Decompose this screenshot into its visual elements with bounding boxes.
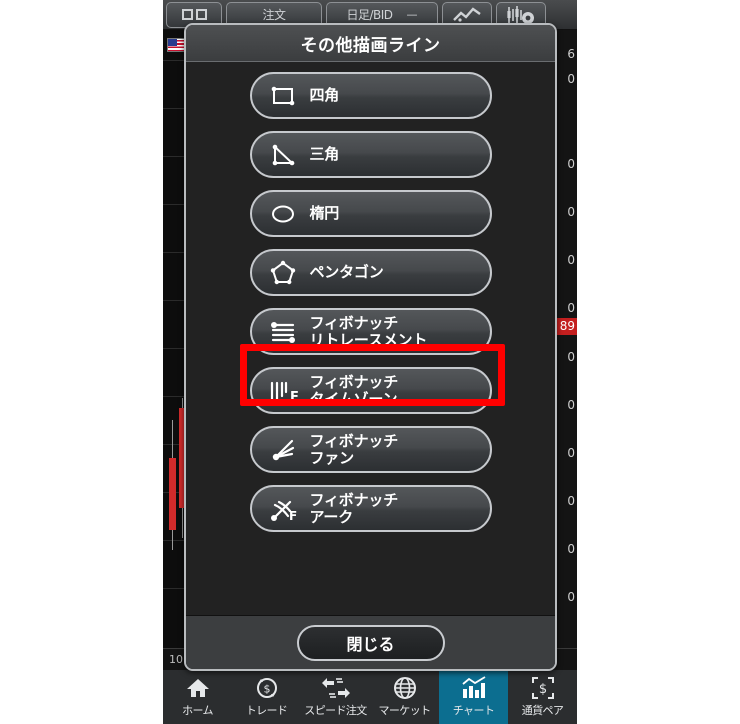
close-button[interactable]: 閉じる (296, 624, 445, 661)
price-label: 0 (567, 494, 575, 508)
price-label: 6 (567, 47, 575, 61)
currency-pair-icon: $ (531, 676, 555, 700)
price-label: 0 (567, 301, 575, 315)
menu-item-label: ペンタゴン (309, 263, 384, 282)
nav-label-home: ホーム (182, 704, 213, 717)
nav-label-chart: チャート (452, 704, 495, 717)
dialog-header: その他描画ライン (186, 25, 555, 62)
globe-icon (393, 676, 417, 700)
dialog-title: その他描画ライン (300, 35, 441, 56)
menu-item-label: フィボナッチ リトレースメント (309, 313, 428, 349)
candle-bar (169, 420, 176, 550)
ellipse-icon (268, 199, 298, 229)
menu-item-label: フィボナッチ ファン (309, 431, 399, 467)
menu-item-fibonacci-retracement[interactable]: フィボナッチ リトレースメント (249, 308, 492, 355)
price-label: 0 (567, 542, 575, 556)
nav-label-market: マーケット (378, 704, 432, 717)
svg-text:F: F (289, 509, 297, 523)
chart-bars-icon (461, 676, 487, 700)
line-chart-icon (453, 6, 481, 22)
nav-item-home[interactable]: ホーム (163, 670, 232, 724)
bid-display-label: 日足/BID (346, 8, 393, 22)
triangle-icon (268, 140, 298, 170)
price-label: 0 (567, 253, 575, 267)
nav-item-speed-order[interactable]: スピード注文 (301, 670, 370, 724)
price-label: 0 (567, 72, 575, 86)
nav-item-chart[interactable]: チャート (439, 670, 508, 724)
minus-icon: — (406, 8, 418, 21)
price-label: 0 (567, 157, 575, 171)
fibonacci-fan-icon (268, 435, 298, 465)
layout-split-icon (181, 9, 207, 20)
menu-item-label: フィボナッチ アーク (309, 490, 399, 526)
menu-item-fibonacci-fan[interactable]: フィボナッチ ファン (249, 426, 492, 473)
screenshot-root: 注文 日足/BID — 6 0 0 0 0 0 89 0 0 0 0 0 0 1… (0, 0, 740, 724)
price-label: 0 (567, 350, 575, 364)
menu-item-label: 三角 (309, 145, 340, 164)
bottom-navigation: ホーム $ トレード スピード注文 マーケット チャート $ 通貨ペア (163, 670, 577, 724)
menu-item-rectangle[interactable]: 四角 (249, 72, 492, 119)
menu-item-fibonacci-arc[interactable]: F フィボナッチ アーク (249, 485, 492, 532)
nav-item-currency-pair[interactable]: $ 通貨ペア (508, 670, 577, 724)
price-label: 0 (567, 590, 575, 604)
svg-text:$: $ (263, 683, 270, 696)
time-label: 10 (169, 653, 183, 666)
menu-item-fibonacci-timezone[interactable]: F フィボナッチ タイムゾーン (249, 367, 492, 414)
dialog-body: 四角 三角 楕円 ペンタゴン フィボナッチ リトレースメント フィボナッチ タイ… (186, 62, 555, 635)
menu-item-ellipse[interactable]: 楕円 (249, 190, 492, 237)
menu-item-triangle[interactable]: 三角 (249, 131, 492, 178)
fibonacci-arc-icon: F (268, 494, 298, 524)
price-label: 0 (567, 205, 575, 219)
price-label: 0 (567, 446, 575, 460)
pentagon-icon (268, 258, 298, 288)
svg-text:$: $ (538, 682, 546, 697)
menu-item-pentagon[interactable]: ペンタゴン (249, 249, 492, 296)
dialog-footer: 閉じる (186, 615, 555, 669)
menu-item-label: 楕円 (309, 204, 340, 223)
nav-item-market[interactable]: マーケット (370, 670, 439, 724)
nav-label-trade: トレード (245, 704, 288, 717)
fibonacci-retracement-icon (268, 317, 298, 347)
menu-item-label: 四角 (309, 86, 340, 105)
trade-icon: $ (255, 676, 279, 700)
fibonacci-timezone-icon: F (268, 376, 298, 406)
order-button-label: 注文 (262, 8, 286, 22)
svg-text:F: F (290, 390, 298, 405)
home-icon (186, 676, 210, 700)
candle-gear-icon (507, 5, 534, 24)
menu-item-label: フィボナッチ タイムゾーン (309, 372, 399, 408)
nav-label-currency-pair: 通貨ペア (521, 704, 564, 717)
nav-item-trade[interactable]: $ トレード (232, 670, 301, 724)
nav-label-speed-order: スピード注文 (304, 704, 367, 717)
drawing-line-dialog: その他描画ライン 四角 三角 楕円 ペンタゴン フィボナッチ リトレースメント … (184, 23, 557, 671)
rectangle-icon (268, 81, 298, 111)
price-label: 0 (567, 398, 575, 412)
speed-order-icon (321, 676, 350, 700)
